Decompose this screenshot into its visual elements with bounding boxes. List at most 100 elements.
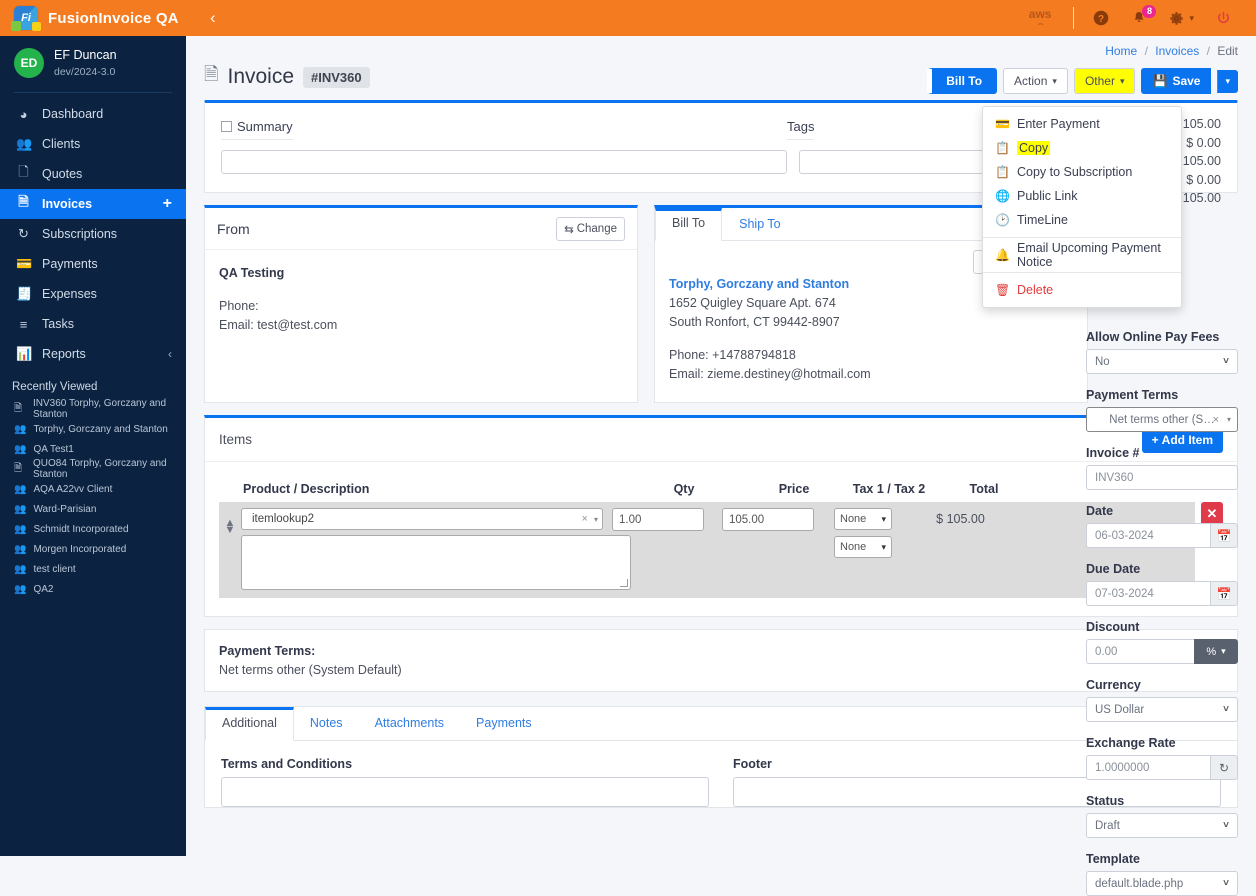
summary-checkbox[interactable] xyxy=(221,121,232,132)
template-select[interactable]: default.blade.php ˅ xyxy=(1086,871,1238,896)
discount-type-button[interactable]: % ▾ xyxy=(1194,639,1238,664)
chevron-down-icon: ˅ xyxy=(1223,820,1229,831)
description-textarea[interactable] xyxy=(241,535,631,590)
tab-additional[interactable]: Additional xyxy=(205,707,294,741)
refresh-icon[interactable]: ↻ xyxy=(1210,755,1238,780)
sidebar-item-dashboard[interactable]: ◕ Dashboard xyxy=(0,99,186,129)
status-select[interactable]: Draft ˅ xyxy=(1086,813,1238,838)
action-dropdown-button[interactable]: Action ▾ xyxy=(1003,68,1068,94)
currency-label: Currency xyxy=(1086,678,1141,692)
menu-item-timeline[interactable]: 🕑 TimeLine xyxy=(983,208,1181,232)
column-header-qty: Qty xyxy=(673,482,695,496)
help-icon[interactable]: ? xyxy=(1093,10,1109,26)
column-header-total: Total xyxy=(969,482,999,496)
summary-input[interactable] xyxy=(221,150,787,174)
clients-icon: 👥 xyxy=(14,423,27,435)
allow-online-pay-fees-select[interactable]: No ˅ xyxy=(1086,349,1238,374)
sidebar-item-payments[interactable]: 💳 Payments xyxy=(0,249,186,279)
top-header-bar: Fi FusionInvoice QA ‹ aws ⌢ ? 8 ▾ xyxy=(0,0,1256,36)
sidebar-item-expenses[interactable]: 🧾 Expenses xyxy=(0,279,186,309)
notifications-icon[interactable]: 8 xyxy=(1131,5,1157,26)
sidebar-item-label: Subscriptions xyxy=(42,227,118,241)
bill-to-button[interactable]: Bill To xyxy=(927,68,998,94)
price-input[interactable]: 105.00 xyxy=(722,508,814,531)
drag-handle-icon[interactable]: ▲ ▼ xyxy=(219,508,241,536)
tab-ship-to[interactable]: Ship To xyxy=(722,208,797,241)
tab-bill-to[interactable]: Bill To xyxy=(655,208,723,241)
list-item[interactable]: 🗎 INV360 Torphy, Gorczany and Stanton xyxy=(0,398,186,420)
list-item[interactable]: 👥 Schmidt Incorporated xyxy=(0,519,186,539)
sidebar-item-quotes[interactable]: 🗋 Quotes xyxy=(0,159,186,189)
add-invoice-icon[interactable]: + xyxy=(163,195,172,213)
settings-icon[interactable]: ▾ xyxy=(1169,11,1194,26)
power-icon[interactable] xyxy=(1216,11,1231,26)
list-item[interactable]: 👥 Morgen Incorporated xyxy=(0,539,186,559)
document-icon: 🗎 xyxy=(14,462,23,474)
terms-label: Terms and Conditions xyxy=(221,757,353,771)
sidebar-item-subscriptions[interactable]: ↻ Subscriptions xyxy=(0,219,186,249)
invoice-number-input[interactable]: INV360 xyxy=(1086,465,1238,490)
tax-cell: None ▾ None ▾ xyxy=(823,508,903,558)
bill-to-email: Email: zieme.destiney@hotmail.com xyxy=(669,367,871,381)
due-date-input[interactable]: 07-03-2024 xyxy=(1086,581,1210,606)
payment-terms-select[interactable]: Net terms other (S… × ▾ xyxy=(1086,407,1238,432)
from-change-button[interactable]: ⇆ Change xyxy=(556,216,625,241)
sidebar-item-reports[interactable]: 📊 Reports ‹ xyxy=(0,339,186,369)
tax1-select[interactable]: None ▾ xyxy=(834,508,892,530)
clients-icon: 👥 xyxy=(14,503,27,515)
user-profile[interactable]: ED EF Duncan dev/2024-3.0 xyxy=(0,36,186,92)
list-item[interactable]: 👥 test client xyxy=(0,559,186,579)
tab-payments[interactable]: Payments xyxy=(460,707,548,740)
list-item[interactable]: 🗎 QUO84 Torphy, Gorczany and Stanton xyxy=(0,458,186,480)
brand-area[interactable]: Fi FusionInvoice QA xyxy=(0,6,186,31)
product-select[interactable]: itemlookup2 × ▾ xyxy=(241,508,603,530)
trash-icon: 🗑 xyxy=(995,283,1011,297)
quotes-icon: 🗋 xyxy=(18,164,29,179)
date-input[interactable]: 06-03-2024 xyxy=(1086,523,1210,548)
menu-divider xyxy=(983,237,1181,238)
menu-item-copy-to-subscription[interactable]: 📋 Copy to Subscription xyxy=(983,160,1181,184)
list-item-label: QUO84 Torphy, Gorczany and Stanton xyxy=(33,458,167,480)
payment-terms-title: Payment Terms: xyxy=(219,644,316,658)
avatar: ED xyxy=(14,48,44,78)
currency-select[interactable]: US Dollar ˅ xyxy=(1086,697,1238,722)
list-item-label: test client xyxy=(33,563,76,575)
sidebar-item-invoices[interactable]: 🗎 Invoices + xyxy=(0,189,186,219)
menu-item-email-upcoming-payment-notice[interactable]: 🔔 Email Upcoming Payment Notice xyxy=(983,241,1181,269)
list-item-label: Ward-Parisian xyxy=(33,503,97,515)
discount-input[interactable]: 0.00 xyxy=(1086,639,1194,664)
clear-icon[interactable]: × xyxy=(1213,414,1219,426)
exchange-rate-input[interactable]: 1.0000000 xyxy=(1086,755,1210,780)
invoice-number-label: Invoice # xyxy=(1086,446,1140,460)
menu-item-delete[interactable]: 🗑 Delete xyxy=(983,278,1181,302)
sidebar-item-tasks[interactable]: ≡ Tasks xyxy=(0,309,186,339)
tab-notes[interactable]: Notes xyxy=(294,707,359,740)
list-item[interactable]: 👥 Torphy, Gorczany and Stanton xyxy=(0,419,186,439)
calendar-icon[interactable]: 📅 xyxy=(1210,581,1238,606)
from-email: Email: test@test.com xyxy=(219,318,338,332)
list-item-label: Morgen Incorporated xyxy=(33,543,127,555)
terms-textarea[interactable] xyxy=(221,777,709,807)
sidebar-item-label: Quotes xyxy=(42,167,83,181)
list-item[interactable]: 👥 QA2 xyxy=(0,579,186,599)
calendar-icon[interactable]: 📅 xyxy=(1210,523,1238,548)
percent-icon: % xyxy=(1206,645,1217,658)
chevron-down-icon: ˅ xyxy=(1223,704,1229,715)
menu-item-enter-payment[interactable]: 💳 Enter Payment xyxy=(983,112,1181,136)
list-item[interactable]: 👥 Ward-Parisian xyxy=(0,499,186,519)
tax2-select[interactable]: None ▾ xyxy=(834,536,892,558)
chevron-left-icon[interactable]: ‹ xyxy=(168,347,172,361)
clients-icon: 👥 xyxy=(14,523,27,535)
menu-item-copy[interactable]: 📋 Copy xyxy=(983,136,1181,160)
menu-item-public-link[interactable]: 🌐 Public Link xyxy=(983,184,1181,208)
list-item[interactable]: 👥 AQA A22vv Client xyxy=(0,479,186,499)
chevron-down-icon: ▾ xyxy=(1226,415,1231,424)
sidebar-item-clients[interactable]: 👥 Clients xyxy=(0,129,186,159)
clear-icon[interactable]: × xyxy=(582,513,594,525)
sidebar-collapse-icon[interactable]: ‹ xyxy=(186,8,216,28)
list-item-label: Schmidt Incorporated xyxy=(33,523,129,535)
notification-badge: 8 xyxy=(1142,5,1157,18)
qty-input[interactable]: 1.00 xyxy=(612,508,704,531)
tab-attachments[interactable]: Attachments xyxy=(359,707,460,740)
list-item[interactable]: 👥 QA Test1 xyxy=(0,439,186,459)
